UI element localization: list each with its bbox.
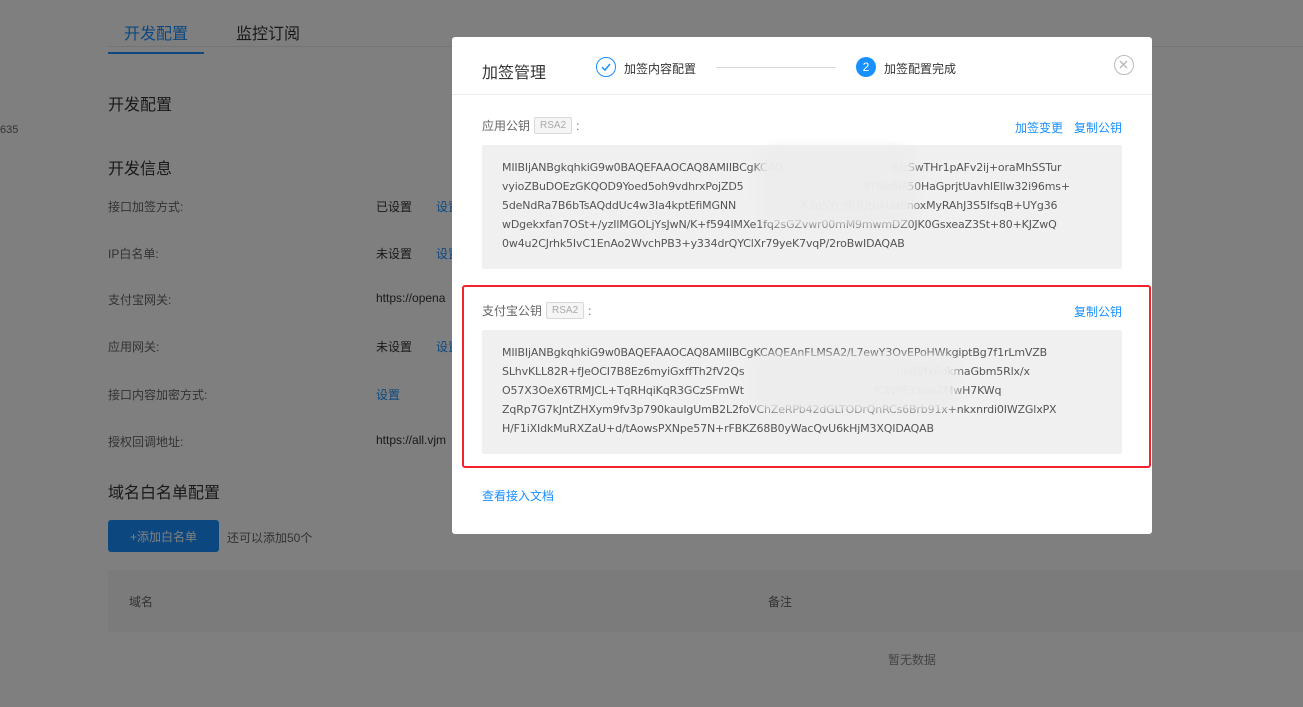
step-1-label: 加签内容配置 bbox=[624, 62, 697, 76]
modal-title: 加签管理 bbox=[482, 65, 547, 82]
step-connector bbox=[716, 67, 836, 68]
view-integration-docs-link[interactable]: 查看接入文档 bbox=[482, 487, 554, 504]
change-sign-link[interactable]: 加签变更 bbox=[1015, 119, 1063, 136]
app-public-key-title: 应用公钥 bbox=[482, 119, 531, 133]
app-public-key-label: 应用公钥 RSA2 : bbox=[482, 117, 579, 134]
copy-app-public-key-link[interactable]: 复制公钥 bbox=[1074, 119, 1122, 136]
app-key-colon: : bbox=[576, 118, 580, 133]
app-key-blur-mask bbox=[767, 155, 907, 217]
alipay-key-highlight-box bbox=[462, 285, 1151, 468]
modal-header: 加签管理 加签内容配置 2 加签配置完成 bbox=[452, 37, 1152, 95]
step-2-number: 2 bbox=[856, 57, 876, 77]
app-key-rsa2-badge: RSA2 bbox=[534, 117, 573, 134]
app-key-line-5: 0w4u2CJrhk5IvC1EnAo2WvchPB3+y334drQYClXr… bbox=[502, 237, 905, 250]
step-done-check-icon bbox=[596, 57, 616, 77]
app-key-line-4: wDgekxfan7OSt+/yzIlMGOLjYsJwN/K+f594lMXe… bbox=[502, 218, 1057, 231]
close-icon[interactable] bbox=[1114, 55, 1134, 75]
step-2-label: 加签配置完成 bbox=[884, 62, 957, 76]
